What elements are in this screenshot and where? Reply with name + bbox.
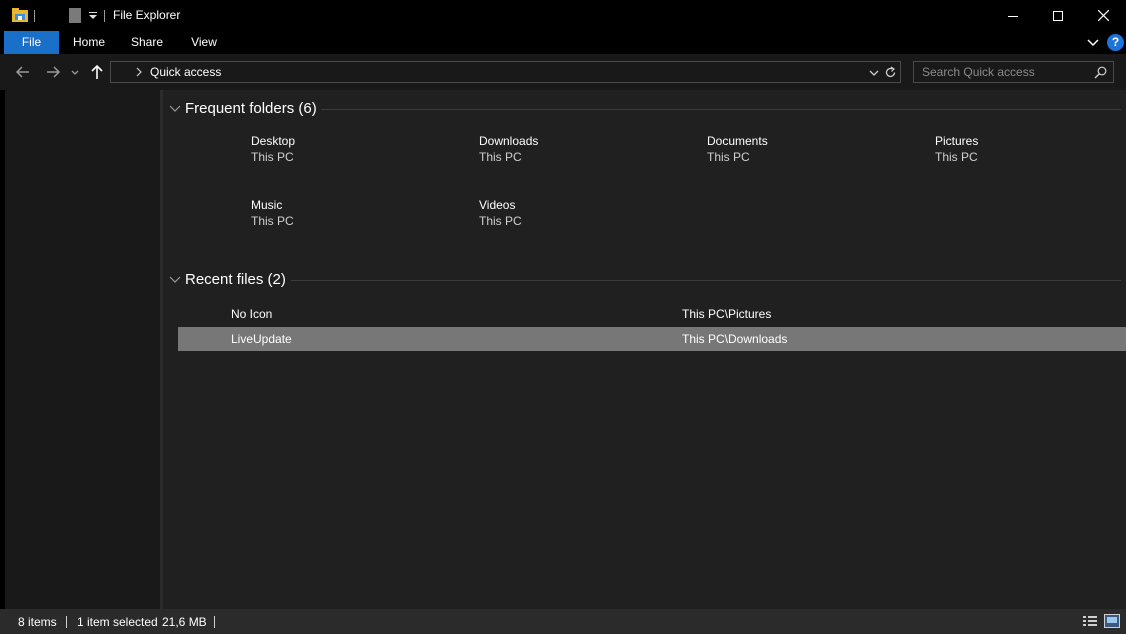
quick-access-separator: [34, 10, 35, 22]
status-separator: [214, 616, 215, 628]
folder-tile[interactable]: Pictures This PC: [935, 133, 1126, 165]
folder-name: Pictures: [935, 134, 979, 148]
selection-size: 21,6 MB: [162, 615, 207, 629]
list-item[interactable]: LiveUpdate This PC\Downloads: [178, 327, 1126, 351]
folder-name: Downloads: [479, 134, 539, 148]
folder-location: This PC: [251, 150, 294, 164]
selection-count: 1 item selected: [77, 615, 158, 629]
expand-ribbon-icon[interactable]: [1086, 36, 1100, 50]
folder-tile[interactable]: Desktop This PC: [251, 133, 451, 165]
ribbon-tabs: File Home Share View ?: [0, 31, 1126, 54]
status-bar: 8 items 1 item selected 21,6 MB: [0, 609, 1126, 634]
help-icon[interactable]: ?: [1107, 34, 1124, 51]
folder-name: Desktop: [251, 134, 296, 148]
folder-location: This PC: [935, 150, 978, 164]
search-input[interactable]: Search Quick access: [913, 61, 1114, 83]
details-view-icon[interactable]: [1082, 614, 1098, 628]
close-button[interactable]: [1080, 0, 1126, 31]
navigation-pane[interactable]: [5, 90, 160, 609]
content-pane: Frequent folders (6) Desktop This PC Dow…: [163, 90, 1126, 609]
tab-file[interactable]: File: [4, 31, 59, 54]
search-placeholder[interactable]: Search Quick access: [922, 65, 1035, 79]
folder-name: Documents: [707, 134, 768, 148]
folder-tile[interactable]: Videos This PC: [479, 197, 679, 229]
address-path[interactable]: Quick access: [150, 65, 221, 79]
recent-locations-icon[interactable]: [68, 63, 82, 81]
back-icon[interactable]: [14, 63, 32, 81]
customize-toolbar-icon[interactable]: [88, 11, 98, 21]
maximize-icon: [1053, 10, 1063, 21]
tab-home[interactable]: Home: [64, 31, 114, 54]
refresh-icon[interactable]: [884, 66, 897, 79]
recent-files-title: Recent files (2): [185, 271, 286, 288]
title-separator: [104, 10, 105, 22]
folder-location: This PC: [251, 214, 294, 228]
folder-location: This PC: [479, 214, 522, 228]
chevron-right-icon[interactable]: [135, 66, 143, 78]
close-icon: [1097, 10, 1109, 21]
file-path: This PC\Pictures: [682, 307, 772, 321]
folder-icon[interactable]: [12, 8, 28, 22]
item-count: 8 items: [18, 615, 57, 629]
up-icon[interactable]: [88, 63, 106, 81]
frequent-folders-title: Frequent folders (6): [185, 100, 317, 117]
maximize-button[interactable]: [1035, 0, 1081, 31]
search-icon[interactable]: [1094, 66, 1107, 79]
frequent-folders-header[interactable]: Frequent folders (6): [163, 98, 1123, 120]
folder-location: This PC: [479, 150, 522, 164]
folder-tile[interactable]: Documents This PC: [707, 133, 907, 165]
file-name: No Icon: [231, 307, 273, 321]
window-title: File Explorer: [113, 8, 181, 22]
large-icons-view-icon[interactable]: [1104, 614, 1120, 628]
folder-tile[interactable]: Downloads This PC: [479, 133, 679, 165]
group-divider: [291, 280, 1121, 281]
folder-name: Music: [251, 198, 283, 212]
address-bar[interactable]: Quick access: [110, 61, 901, 83]
chevron-down-icon[interactable]: [169, 275, 181, 285]
tab-share[interactable]: Share: [124, 31, 170, 54]
minimize-icon: [1008, 15, 1018, 17]
title-bar: File Explorer: [0, 0, 1126, 31]
tab-view[interactable]: View: [183, 31, 225, 54]
new-document-icon[interactable]: [69, 8, 81, 23]
status-separator: [66, 616, 67, 628]
folder-name: Videos: [479, 198, 516, 212]
group-divider: [321, 109, 1121, 110]
recent-files-header[interactable]: Recent files (2): [163, 269, 1123, 291]
folder-location: This PC: [707, 150, 750, 164]
file-path: This PC\Downloads: [682, 332, 788, 346]
folder-tile[interactable]: Music This PC: [251, 197, 451, 229]
file-name: LiveUpdate: [231, 332, 292, 346]
forward-icon[interactable]: [44, 63, 62, 81]
chevron-down-icon[interactable]: [869, 68, 879, 78]
list-item[interactable]: No Icon This PC\Pictures: [178, 302, 1126, 326]
chevron-down-icon[interactable]: [169, 104, 181, 114]
minimize-button[interactable]: [990, 0, 1036, 31]
